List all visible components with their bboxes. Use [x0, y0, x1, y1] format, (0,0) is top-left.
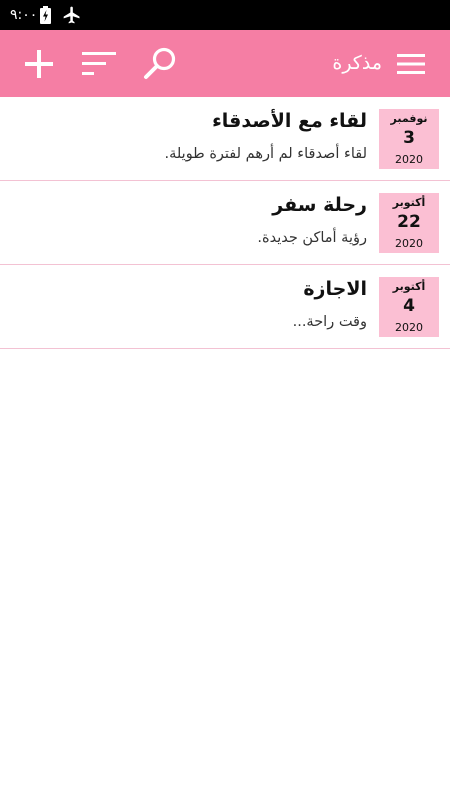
add-icon [25, 49, 53, 78]
note-day: 3 [403, 128, 415, 148]
search-button[interactable] [135, 30, 185, 97]
menu-icon [397, 53, 425, 74]
note-year: 2020 [395, 321, 423, 334]
note-month: أكتوبر [392, 280, 426, 293]
sort-button[interactable] [74, 30, 124, 97]
note-day: 4 [403, 296, 415, 316]
search-icon [144, 47, 176, 79]
note-day: 22 [397, 212, 421, 232]
note-preview: لقاء أصدقاء لم أرهم لفترة طويلة. [164, 146, 367, 162]
note-list: نوفمبر 3 2020 لقاء مع الأصدقاء لقاء أصدق… [0, 97, 450, 349]
note-item[interactable]: أكتوبر 22 2020 رحلة سفر رؤية أماكن جديدة… [0, 181, 450, 265]
note-date-badge: أكتوبر 4 2020 [379, 277, 439, 337]
status-time: ٩:٠٠ [10, 7, 38, 23]
note-title: لقاء مع الأصدقاء [212, 110, 367, 132]
note-month: أكتوبر [392, 196, 426, 209]
add-note-button[interactable] [14, 30, 64, 97]
note-year: 2020 [395, 153, 423, 166]
note-year: 2020 [395, 237, 423, 250]
app-bar: مذكرة [0, 30, 450, 97]
app-title: مذكرة [332, 52, 382, 74]
note-date-badge: نوفمبر 3 2020 [379, 109, 439, 169]
note-item[interactable]: أكتوبر 4 2020 الاجازة وقت راحة... [0, 265, 450, 349]
note-preview: وقت راحة... [292, 314, 367, 330]
battery-charging-icon [40, 6, 51, 24]
menu-button[interactable] [386, 30, 436, 97]
sort-icon [82, 51, 116, 75]
note-month: نوفمبر [390, 112, 428, 125]
note-preview: رؤية أماكن جديدة. [257, 230, 367, 246]
note-title: رحلة سفر [272, 194, 367, 216]
note-title: الاجازة [303, 278, 367, 300]
status-bar: ٩:٠٠ [0, 0, 450, 30]
note-item[interactable]: نوفمبر 3 2020 لقاء مع الأصدقاء لقاء أصدق… [0, 97, 450, 181]
note-date-badge: أكتوبر 22 2020 [379, 193, 439, 253]
airplane-mode-icon [63, 6, 80, 24]
